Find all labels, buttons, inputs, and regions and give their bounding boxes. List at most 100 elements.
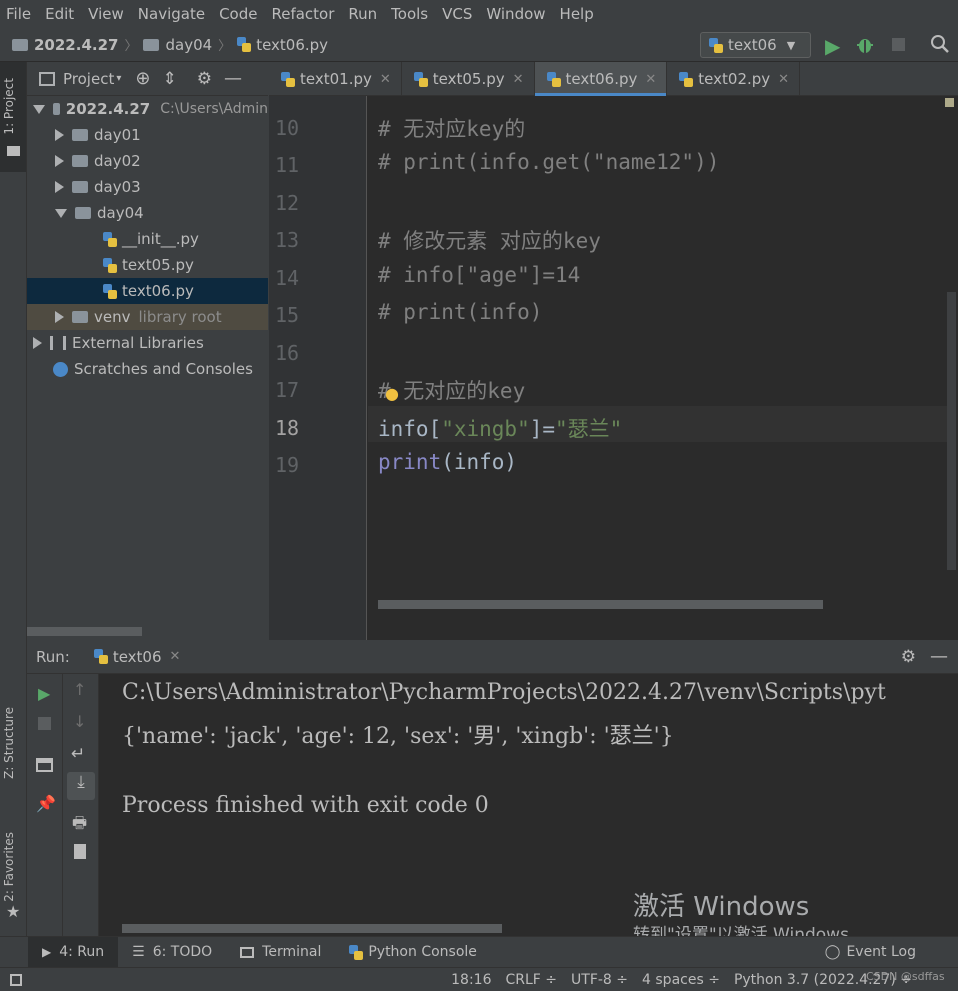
- run-panel-header: Run: text06 ✕ ⚙ —: [27, 640, 958, 674]
- tree-item-scratches[interactable]: Scratches and Consoles: [27, 356, 268, 382]
- menu-window[interactable]: Window: [486, 5, 545, 23]
- tree-item-text06-selected[interactable]: text06.py: [27, 278, 268, 304]
- run-configuration-select[interactable]: text06 ▼: [700, 32, 811, 58]
- scroll-to-end-icon[interactable]: ⤓: [67, 772, 95, 800]
- chevron-down-icon[interactable]: ▾: [116, 73, 121, 84]
- menu-code[interactable]: Code: [219, 5, 257, 23]
- run-tab-text06[interactable]: text06 ✕: [93, 648, 181, 666]
- search-everywhere-button[interactable]: [930, 34, 950, 58]
- menu-view[interactable]: View: [88, 5, 124, 23]
- editor-tab-bar: text01.py ✕ text05.py ✕ text06.py ✕ text…: [269, 62, 958, 96]
- tab-event-log[interactable]: ◯ Event Log: [811, 937, 930, 968]
- layout-icon[interactable]: [36, 758, 53, 772]
- indentation[interactable]: 4 spaces ÷: [642, 972, 720, 988]
- favorites-tab[interactable]: 2: Favorites: [2, 832, 16, 902]
- bottom-tab-label: 4: Run: [59, 944, 105, 960]
- breadcrumb-folder[interactable]: day04: [143, 36, 212, 54]
- arrow-down-icon[interactable]: ↓: [73, 712, 86, 731]
- tree-item-external-libraries[interactable]: External Libraries: [27, 330, 268, 356]
- tree-root[interactable]: 2022.4.27 C:\Users\Admin: [27, 96, 268, 122]
- console-line: {'name': 'jack', 'age': 12, 'sex': '男', …: [122, 724, 674, 749]
- horizontal-scrollbar[interactable]: [27, 627, 142, 636]
- code-token: "xingb": [441, 417, 530, 441]
- project-tool-tab[interactable]: 1: Project: [0, 62, 26, 172]
- menu-navigate[interactable]: Navigate: [138, 5, 205, 23]
- tab-text05[interactable]: text05.py ✕: [402, 62, 535, 96]
- rerun-button[interactable]: ▶: [38, 684, 50, 703]
- tree-item-day01[interactable]: day01: [27, 122, 268, 148]
- debug-button[interactable]: [856, 36, 874, 54]
- close-icon[interactable]: ✕: [645, 72, 656, 87]
- expand-arrow-icon: [55, 208, 67, 218]
- inspection-status-icon[interactable]: [945, 98, 954, 107]
- close-icon[interactable]: ✕: [778, 72, 789, 87]
- breadcrumb-project-label: 2022.4.27: [34, 35, 119, 54]
- toggle-tool-windows-icon[interactable]: [10, 973, 22, 986]
- search-icon: [931, 35, 949, 53]
- line-separator[interactable]: CRLF ÷: [505, 972, 557, 988]
- code-line: # print(info): [378, 300, 543, 324]
- lightbulb-icon[interactable]: ●: [385, 384, 399, 403]
- menu-vcs[interactable]: VCS: [442, 5, 472, 23]
- menu-run[interactable]: Run: [348, 5, 377, 23]
- close-icon[interactable]: ✕: [513, 72, 524, 87]
- crosshair-icon[interactable]: ⊕: [135, 68, 150, 89]
- code-editor[interactable]: 10 11 12 13 14 15 16 17 18 19 # 无对应key的 …: [269, 96, 958, 640]
- menu-edit[interactable]: Edit: [45, 5, 74, 23]
- menu-bar: File Edit View Navigate Code Refactor Ru…: [0, 0, 958, 28]
- folder-icon: [7, 146, 20, 156]
- pin-icon[interactable]: 📌: [36, 794, 56, 813]
- breadcrumb-project[interactable]: 2022.4.27: [12, 36, 118, 54]
- folder-icon: [72, 311, 88, 323]
- soft-wrap-icon[interactable]: ↵: [71, 744, 85, 764]
- menu-help[interactable]: Help: [560, 5, 594, 23]
- tab-todo[interactable]: ☰ 6: TODO: [118, 937, 226, 968]
- tree-item-day02[interactable]: day02: [27, 148, 268, 174]
- collapse-arrow-icon: [55, 181, 64, 193]
- caret-position[interactable]: 18:16: [451, 972, 491, 988]
- tab-label: text01.py: [300, 70, 372, 88]
- hide-panel-icon[interactable]: —: [930, 646, 948, 667]
- collapse-all-icon[interactable]: ⇕: [162, 69, 176, 89]
- editor-horizontal-scrollbar[interactable]: [378, 600, 823, 609]
- line-number-gutter: 10 11 12 13 14 15 16 17 18 19: [269, 96, 367, 640]
- menu-refactor[interactable]: Refactor: [271, 5, 334, 23]
- tree-item-text05[interactable]: text05.py: [27, 252, 268, 278]
- close-icon[interactable]: ✕: [380, 72, 391, 87]
- hide-panel-icon[interactable]: —: [224, 68, 242, 89]
- tab-text06[interactable]: text06.py ✕: [534, 62, 668, 96]
- trash-icon[interactable]: [74, 844, 86, 859]
- menu-tools[interactable]: Tools: [391, 5, 428, 23]
- project-panel-title[interactable]: Project: [63, 70, 114, 88]
- close-icon[interactable]: ✕: [170, 649, 181, 664]
- stop-button[interactable]: [38, 717, 51, 730]
- bottom-tab-label: Python Console: [368, 944, 477, 960]
- console-horizontal-scrollbar[interactable]: [122, 924, 502, 933]
- run-button[interactable]: ▶: [825, 34, 840, 58]
- status-bar: 18:16 CRLF ÷ UTF-8 ÷ 4 spaces ÷ Python 3…: [0, 967, 958, 991]
- file-encoding[interactable]: UTF-8 ÷: [571, 972, 628, 988]
- menu-file[interactable]: File: [6, 5, 31, 23]
- code-line-current: info["xingb"]="瑟兰": [378, 413, 622, 443]
- tab-text01[interactable]: text01.py ✕: [269, 62, 402, 96]
- tab-python-console[interactable]: Python Console: [335, 937, 491, 968]
- structure-tab[interactable]: Z: Structure: [2, 707, 16, 779]
- tree-item-venv[interactable]: venv library root: [27, 304, 268, 330]
- tab-text02[interactable]: text02.py ✕: [667, 62, 801, 96]
- tree-item-day03[interactable]: day03: [27, 174, 268, 200]
- project-panel-header: Project ▾ ⊕ ⇕ ⚙ —: [27, 62, 268, 96]
- run-toolbar-primary: ▶ 📌: [27, 674, 63, 936]
- gear-icon[interactable]: ⚙: [197, 69, 212, 89]
- tab-terminal[interactable]: Terminal: [226, 937, 335, 968]
- tree-item-init[interactable]: __init__.py: [27, 226, 268, 252]
- print-icon[interactable]: 🖶: [72, 812, 87, 839]
- tab-run[interactable]: ▶ 4: Run: [28, 936, 119, 968]
- gear-icon[interactable]: ⚙: [901, 647, 916, 667]
- arrow-up-icon[interactable]: ↑: [73, 680, 86, 699]
- tree-item-label: day04: [97, 204, 144, 222]
- breadcrumb-file[interactable]: text06.py: [237, 36, 328, 54]
- stop-button[interactable]: [892, 38, 905, 51]
- tree-item-day04[interactable]: day04: [27, 200, 268, 226]
- editor-vertical-scrollbar[interactable]: [947, 292, 956, 570]
- chevron-down-icon: ▼: [786, 38, 796, 52]
